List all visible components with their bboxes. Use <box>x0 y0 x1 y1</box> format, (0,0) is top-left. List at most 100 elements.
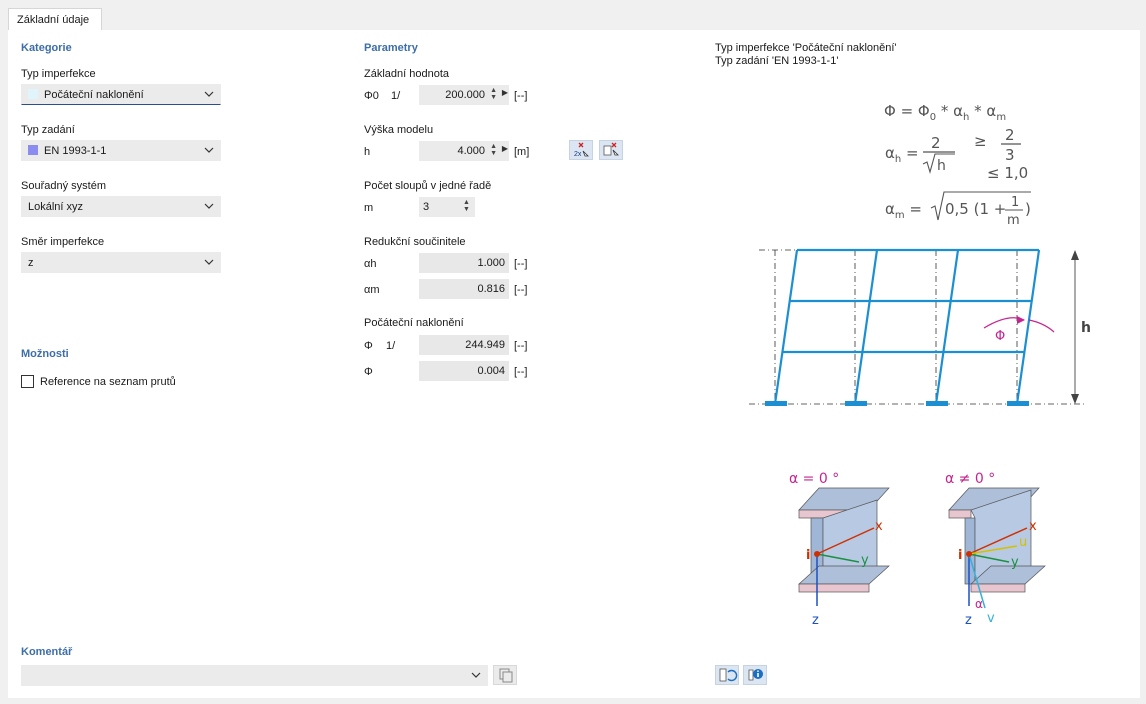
svg-text:0,5 (1 +: 0,5 (1 + <box>945 200 1006 218</box>
alpha-h-symbol: αh <box>364 258 377 270</box>
typ-imperfekce-value: Počáteční naklonění <box>44 89 144 101</box>
chevron-down-icon <box>204 259 214 265</box>
typ-zadani-select[interactable]: EN 1993-1-1 <box>21 140 221 161</box>
svg-text:u: u <box>1019 535 1027 550</box>
soustava-select[interactable]: Lokální xyz <box>21 196 221 217</box>
typ-imperfekce-label: Typ imperfekce <box>21 68 96 80</box>
komentar-input[interactable] <box>21 665 488 686</box>
pick-model-icon <box>603 142 619 156</box>
parametry-title: Parametry <box>364 42 418 54</box>
svg-text:αm =: αm = <box>885 200 922 221</box>
zakladni-hodnota-input[interactable]: 200.000 ▲ ▼ ▶ <box>419 85 509 105</box>
imperfection-color-swatch <box>28 89 38 99</box>
info-image-button[interactable] <box>743 665 767 685</box>
svg-text:y: y <box>1011 555 1019 570</box>
frame-diagram: h Φ <box>749 248 1091 406</box>
spinner-icon[interactable]: ▲ ▼ <box>489 143 497 157</box>
soustava-value: Lokální xyz <box>28 201 84 213</box>
komentar-side-panel <box>532 640 700 690</box>
svg-text:≤ 1,0: ≤ 1,0 <box>987 164 1028 182</box>
svg-text:α: α <box>975 597 983 611</box>
svg-text:αh =: αh = <box>885 144 919 165</box>
typ-zadani-label: Typ zadání <box>21 124 75 136</box>
info-line-2: Typ zadání 'EN 1993-1-1' <box>715 55 839 67</box>
vyska-unit: [m] <box>514 146 530 158</box>
redukcni-label: Redukční součinitele <box>364 236 466 248</box>
pick-model-button[interactable] <box>599 140 623 160</box>
svg-text:z: z <box>965 613 972 628</box>
svg-text:1: 1 <box>1011 195 1019 210</box>
alpha-m-unit: [--] <box>514 284 528 296</box>
svg-text:x: x <box>1029 519 1037 534</box>
pick-2x-icon: 2x <box>574 142 589 158</box>
svg-text:2: 2 <box>1005 126 1015 144</box>
chevron-down-icon <box>471 672 481 678</box>
svg-text:h: h <box>1081 320 1091 336</box>
svg-text:α = 0 °: α = 0 ° <box>789 471 839 487</box>
alpha-h-value: 1.000 <box>477 257 505 269</box>
vyska-label: Výška modelu <box>364 124 434 136</box>
kategorie-panel: Kategorie Typ imperfekce Počáteční naklo… <box>16 38 349 334</box>
svg-text:2x: 2x <box>574 151 582 158</box>
alpha-h-field: 1.000 <box>419 253 509 273</box>
chevron-down-icon <box>204 91 214 97</box>
chevron-down-icon <box>204 147 214 153</box>
phi-inv-value: 244.949 <box>465 339 505 351</box>
moznosti-panel: Možnosti Reference na seznam prutů <box>16 342 349 632</box>
soustava-label: Souřadný systém <box>21 180 106 192</box>
parametry-panel: Parametry Základní hodnota Φ0 1/ 200.000… <box>359 38 700 632</box>
alpha-m-field: 0.816 <box>419 279 509 299</box>
pick-height-button[interactable]: 2x <box>569 140 593 160</box>
alpha-m-symbol: αm <box>364 284 380 296</box>
zakladni-hodnota-value: 200.000 <box>445 89 485 101</box>
reference-label: Reference na seznam prutů <box>40 376 176 388</box>
phi0-symbol: Φ0 <box>364 90 379 102</box>
spinner-icon[interactable]: ▲ ▼ <box>463 199 471 213</box>
phi-value: 0.004 <box>477 365 505 377</box>
vyska-symbol: h <box>364 146 371 158</box>
refresh-icon <box>719 668 738 682</box>
naklon-label: Počáteční naklonění <box>364 317 464 329</box>
alpha-m-value: 0.816 <box>477 283 505 295</box>
svg-text:): ) <box>1025 200 1031 218</box>
svg-text:Φ: Φ <box>995 329 1005 344</box>
pocet-value: 3 <box>423 201 430 213</box>
vyska-input[interactable]: 4.000 ▲ ▼ ▶ <box>419 141 509 161</box>
info-line-1: Typ imperfekce 'Počáteční naklonění' <box>715 42 897 54</box>
arrow-right-icon[interactable]: ▶ <box>502 88 508 97</box>
smer-select[interactable]: z <box>21 252 221 273</box>
section-diagram: α = 0 ° i x y z α ≠ 0 ° i x y u z v α <box>789 471 1046 628</box>
smer-value: z <box>28 257 34 269</box>
phi-inv-field: 244.949 <box>419 335 509 355</box>
copy-icon <box>499 668 513 683</box>
pocet-input[interactable]: 3 ▲ ▼ <box>419 197 475 217</box>
zakladni-unit: [--] <box>514 90 528 102</box>
phi0-prefix: 1/ <box>391 90 401 102</box>
svg-text:3: 3 <box>1005 146 1015 164</box>
phi-symbol: Φ <box>364 366 373 378</box>
info-icon <box>748 669 763 681</box>
svg-text:i: i <box>806 548 810 563</box>
arrow-right-icon[interactable]: ▶ <box>502 144 508 153</box>
reference-checkbox[interactable] <box>21 375 34 388</box>
phi-inv-unit: [--] <box>514 340 528 352</box>
phi-inv-prefix: 1/ <box>386 340 396 352</box>
info-panel: Typ imperfekce 'Počáteční naklonění' Typ… <box>709 38 1130 690</box>
svg-text:v: v <box>987 611 995 626</box>
zakladni-hodnota-label: Základní hodnota <box>364 68 450 80</box>
kategorie-title: Kategorie <box>21 42 72 54</box>
moznosti-title: Možnosti <box>21 348 69 360</box>
alpha-h-unit: [--] <box>514 258 528 270</box>
comment-library-button[interactable] <box>493 665 517 685</box>
refresh-image-button[interactable] <box>715 665 739 685</box>
tab-zakladni-udaje[interactable]: Základní údaje <box>8 8 102 31</box>
komentar-panel: Komentář <box>16 640 521 690</box>
svg-text:z: z <box>812 613 819 628</box>
svg-text:Φ = Φ0 * αh * αm: Φ = Φ0 * αh * αm <box>884 102 1006 123</box>
svg-text:α ≠ 0 °: α ≠ 0 ° <box>945 471 995 487</box>
spinner-icon[interactable]: ▲ ▼ <box>489 87 497 101</box>
svg-text:2: 2 <box>931 134 941 152</box>
phi-field: 0.004 <box>419 361 509 381</box>
typ-imperfekce-select[interactable]: Počáteční naklonění <box>21 84 221 105</box>
svg-text:≥: ≥ <box>974 132 987 150</box>
